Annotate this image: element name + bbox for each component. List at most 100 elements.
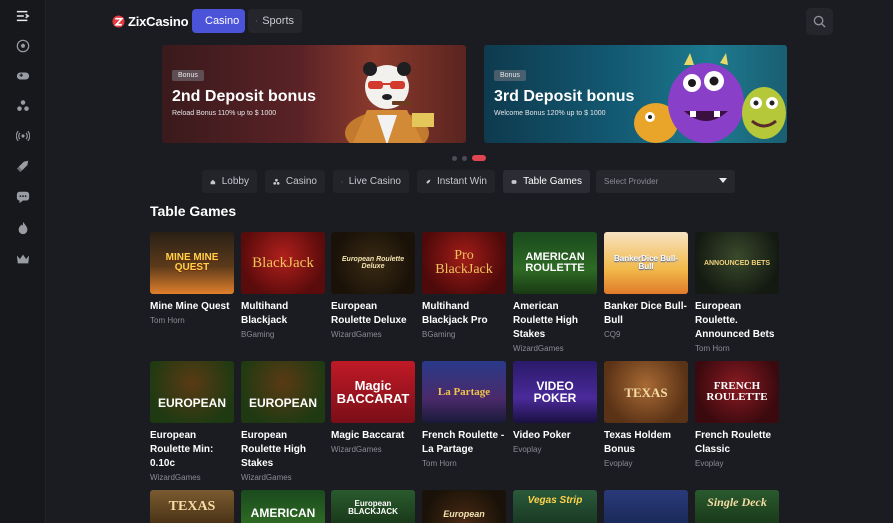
tab-casino-label: Casino (205, 15, 240, 27)
rocket-icon (426, 179, 431, 184)
game-provider: BGaming (422, 330, 456, 339)
cards-icon[interactable] (15, 98, 31, 114)
game-title[interactable]: European Roulette High Stakes (241, 429, 329, 471)
game-provider: Tom Horn (150, 316, 185, 325)
game-title[interactable]: Texas Holdem Bonus (604, 429, 692, 457)
menu-icon[interactable] (15, 8, 31, 24)
game-provider: WizardGames (513, 344, 564, 353)
game-thumbnail-mine-mine-quest[interactable]: MINE MINE QUEST (150, 232, 234, 294)
category-label: Table Games (523, 176, 582, 187)
broadcast-icon (341, 181, 343, 182)
game-thumbnail-partial[interactable]: Single Deck (695, 490, 779, 523)
game-thumbnail-partial[interactable]: European (422, 490, 506, 523)
game-thumbnail-french-roulette[interactable]: FRENCH ROULETTE (695, 361, 779, 423)
tab-sports[interactable]: Sports (248, 9, 302, 33)
tab-sports-label: Sports (262, 15, 294, 27)
game-provider: WizardGames (331, 445, 382, 454)
game-title[interactable]: French Roulette Classic (695, 429, 783, 457)
game-thumbnail-partial[interactable]: TEXAS (150, 490, 234, 523)
game-title[interactable]: French Roulette - La Partage (422, 429, 510, 457)
chevron-down-icon (719, 178, 727, 183)
promo-banner-3rd-deposit[interactable]: Bonus 3rd Deposit bonus Welcome Bonus 12… (484, 45, 787, 143)
game-thumbnail-american-roulette[interactable]: AMERICAN ROULETTE (513, 232, 597, 294)
game-title[interactable]: Mine Mine Quest (150, 300, 238, 314)
game-provider: BGaming (241, 330, 275, 339)
game-title[interactable]: Video Poker (513, 429, 601, 443)
game-provider: Evoplay (695, 459, 724, 468)
top-header: ZixCasino Casino Sports (46, 0, 893, 44)
game-thumbnail-magic-baccarat[interactable]: Magic BACCARAT (331, 361, 415, 423)
rocket-icon[interactable] (15, 158, 31, 174)
carousel-dot[interactable] (462, 156, 467, 161)
game-thumbnail-la-partage[interactable]: La Partage (422, 361, 506, 423)
chat-icon[interactable] (15, 189, 31, 205)
carousel-dot-active[interactable] (472, 155, 486, 161)
banner-subtitle: Welcome Bonus 120% up to $ 1000 (494, 110, 606, 117)
category-lobby[interactable]: Lobby (202, 170, 257, 193)
game-thumbnail-multihand-blackjack[interactable]: BlackJack (241, 232, 325, 294)
game-thumbnail-banker-dice[interactable]: BankerDice Bull-Bull (604, 232, 688, 294)
game-thumbnail-partial[interactable]: AMERICAN (241, 490, 325, 523)
logo-icon (112, 15, 125, 28)
provider-select[interactable]: Select Provider (596, 170, 735, 193)
cards-icon (273, 178, 280, 185)
game-provider: WizardGames (241, 473, 292, 482)
banner-subtitle: Reload Bonus 110% up to $ 1000 (172, 110, 277, 117)
sidebar (0, 0, 46, 523)
game-title[interactable]: European Roulette Deluxe (331, 300, 419, 328)
fire-icon[interactable] (15, 220, 31, 236)
game-thumbnail-european-roulette-min[interactable]: EUROPEAN (150, 361, 234, 423)
game-thumbnail-video-poker[interactable]: VIDEO POKER (513, 361, 597, 423)
category-label: Casino (285, 176, 317, 187)
search-button[interactable] (806, 8, 833, 35)
soccer-ball-icon[interactable] (15, 38, 31, 54)
tab-casino[interactable]: Casino (192, 9, 245, 33)
table-icon (511, 179, 517, 184)
game-thumbnail-multihand-blackjack-pro[interactable]: Pro BlackJack (422, 232, 506, 294)
category-instant-win[interactable]: Instant Win (417, 170, 495, 193)
game-provider: CQ9 (604, 330, 621, 339)
monsters-art (624, 53, 787, 143)
logo[interactable]: ZixCasino (112, 14, 189, 29)
game-title[interactable]: Magic Baccarat (331, 429, 419, 443)
game-thumbnail-partial[interactable]: Vegas Strip (513, 490, 597, 523)
game-title[interactable]: Multihand Blackjack (241, 300, 329, 328)
game-provider: Evoplay (513, 445, 542, 454)
provider-select-placeholder: Select Provider (604, 177, 659, 186)
banner-title: 2nd Deposit bonus (172, 88, 316, 105)
game-thumbnail-partial[interactable]: European BLACKJACK (331, 490, 415, 523)
game-title[interactable]: American Roulette High Stakes (513, 300, 601, 342)
gamepad-icon[interactable] (15, 68, 31, 84)
banner-badge: Bonus (172, 70, 204, 81)
logo-text: ZixCasino (128, 14, 189, 29)
game-thumbnail-announced-bets[interactable]: ANNOUNCED BETS (695, 232, 779, 294)
game-provider: Evoplay (604, 459, 633, 468)
banner-title: 3rd Deposit bonus (494, 88, 635, 105)
game-provider: Tom Horn (422, 459, 457, 468)
category-casino[interactable]: Casino (265, 170, 325, 193)
category-live-casino[interactable]: Live Casino (333, 170, 409, 193)
category-label: Live Casino (348, 176, 401, 187)
crown-icon[interactable] (15, 251, 31, 267)
game-provider: WizardGames (331, 330, 382, 339)
game-thumbnail-european-roulette-deluxe[interactable]: European Roulette Deluxe (331, 232, 415, 294)
carousel-dot[interactable] (452, 156, 457, 161)
banner-badge: Bonus (494, 70, 526, 81)
section-title: Table Games (150, 203, 237, 219)
game-thumbnail-european-roulette-high[interactable]: EUROPEAN (241, 361, 325, 423)
game-title[interactable]: Banker Dice Bull-Bull (604, 300, 692, 328)
game-title[interactable]: European Roulette Min: 0.10c (150, 429, 238, 471)
game-thumbnail-texas-holdem[interactable]: TEXAS (604, 361, 688, 423)
category-label: Lobby (221, 176, 249, 187)
game-provider: Tom Horn (695, 344, 730, 353)
game-provider: WizardGames (150, 473, 201, 482)
ball-icon (256, 20, 258, 22)
panda-art (332, 55, 442, 143)
category-label: Instant Win (436, 176, 487, 187)
game-thumbnail-partial[interactable] (604, 490, 688, 523)
game-title[interactable]: Multihand Blackjack Pro (422, 300, 510, 328)
category-table-games[interactable]: Table Games (503, 170, 590, 193)
broadcast-icon[interactable] (15, 128, 31, 144)
game-title[interactable]: European Roulette. Announced Bets (695, 300, 783, 342)
promo-banner-2nd-deposit[interactable]: Bonus 2nd Deposit bonus Reload Bonus 110… (162, 45, 466, 143)
